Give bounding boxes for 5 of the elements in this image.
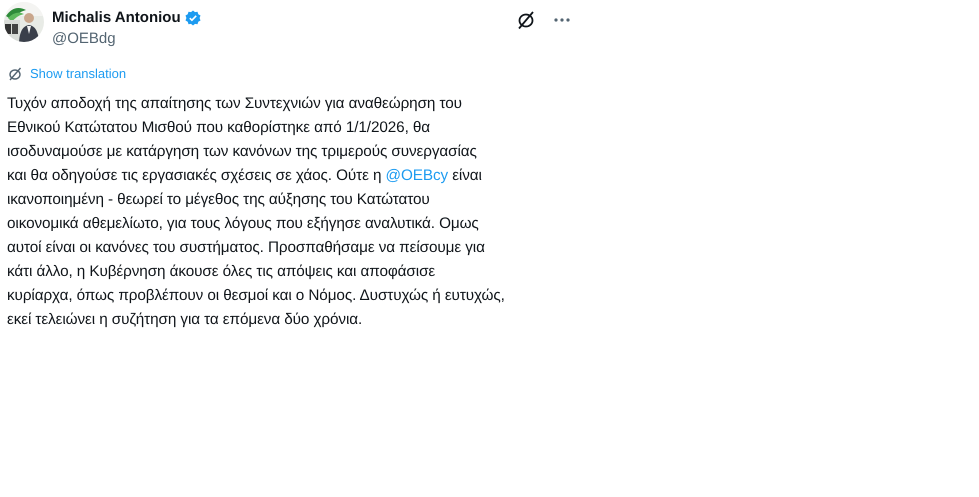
translate-icon [8,66,22,81]
author-name[interactable]: Michalis Antoniou [52,9,181,27]
post-text: Τυχόν αποδοχή της απαίτησης των Συντεχνιών για αναθεώρηση του Εθνικού Κατώτατου Μισθού που καθορίστηκε από 1/1/2026, θα ισοδυναμούσε με κατάργηση των κανόνων της τριμερούς συνεργασίας και θα οδηγούσε τις εργασιακές σχέσεις σε χάος. Ούτε η @OEBcy είναι ικανοποιημένη - θεωρεί το μέγεθος της αύξησης του Κατώτατου οικονομικά αθεμελίωτο, για τους λόγους που εξήγησε αναλυτικά. Ομως αυτοί είναι οι κανόνες του συστήματος. Προσπαθήσαμε να πείσουμε για κάτι άλλο, η Κυβέρνηση άκουσε όλες τις απόψεις και αποφάσισε κυρίαρχα, όπως προβλέπουν οι θεσμοί και ο Νόμος. Δυστυχώς ή ευτυχώς, εκεί τελειώνει η συζήτηση για τα επόμενα δύο χρόνια. [7,94,506,330]
author-handle[interactable]: @OEBdg [52,30,516,48]
slashed-circle-icon[interactable] [516,10,536,30]
